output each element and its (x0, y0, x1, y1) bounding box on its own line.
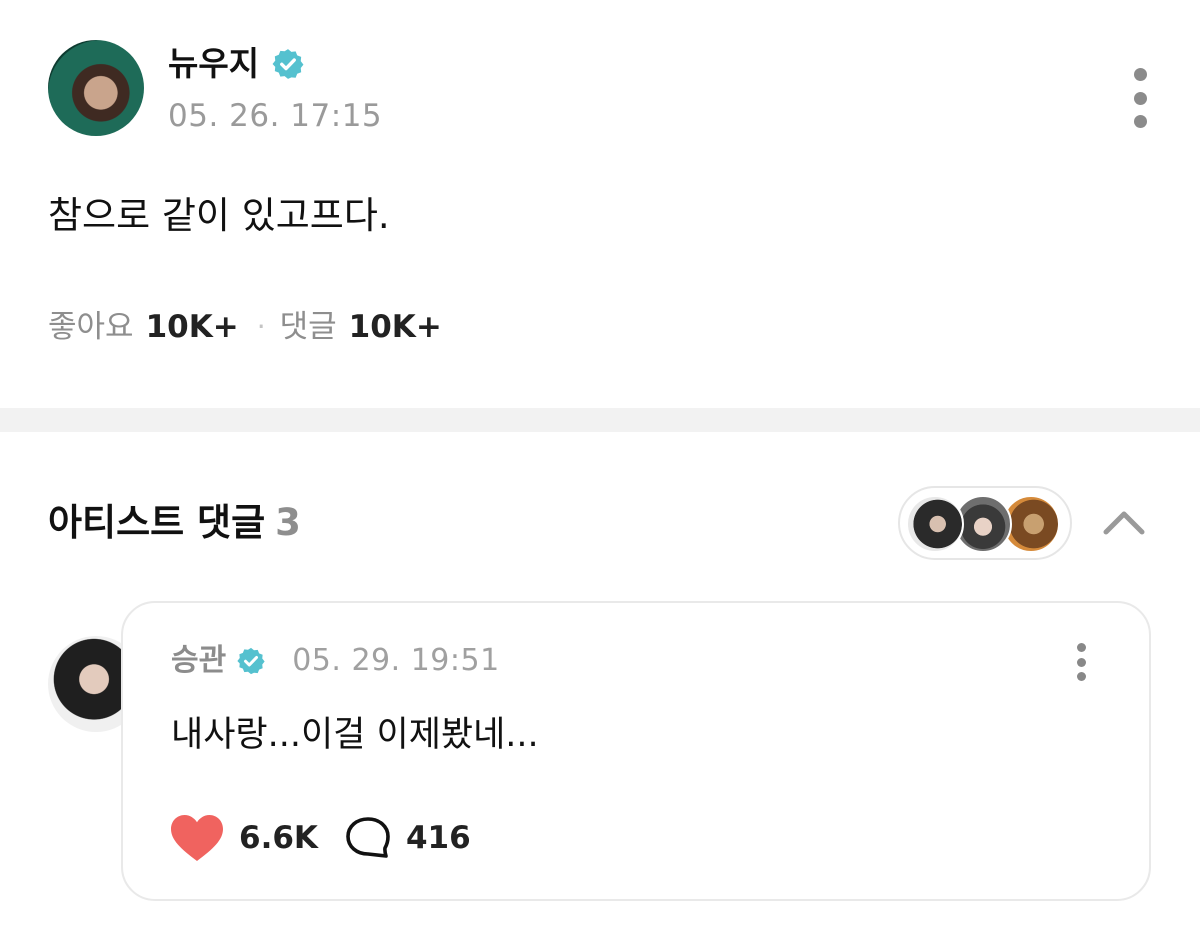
like-button[interactable]: 6.6K (169, 813, 318, 863)
likes-count[interactable]: 10K+ (146, 305, 239, 349)
verified-badge-icon (272, 49, 304, 79)
artist-avatar-1 (906, 495, 964, 553)
post-author: 뉴우지 (168, 44, 305, 84)
comment-timestamp: 05. 29. 19:51 (292, 643, 500, 678)
artist-comment-card[interactable]: 승관 05. 29. 19:51 내사랑...이걸 이제봤네... 6.6K 4… (121, 601, 1151, 901)
artist-avatar-group[interactable] (898, 486, 1072, 560)
post-author-name[interactable]: 뉴우지 (168, 44, 259, 84)
comment-more-options-icon[interactable] (1067, 643, 1095, 681)
comment-author-name[interactable]: 승관 (171, 641, 226, 681)
post-more-options-icon[interactable] (1124, 68, 1156, 128)
post-body-text: 참으로 같이 있고프다. (48, 194, 390, 237)
comment-actions: 6.6K 416 (169, 813, 471, 863)
comments-count[interactable]: 10K+ (349, 305, 442, 349)
section-divider (0, 408, 1200, 432)
comment-header: 승관 05. 29. 19:51 (171, 641, 500, 681)
likes-label[interactable]: 좋아요 (48, 305, 134, 349)
post-author-avatar[interactable] (48, 40, 144, 136)
verified-badge-icon (237, 647, 265, 675)
post-timestamp: 05. 26. 17:15 (168, 98, 383, 134)
stats-separator: · (256, 310, 266, 343)
artist-comments-title: 아티스트 댓글 3 (48, 498, 301, 548)
like-count: 6.6K (239, 820, 318, 856)
comment-text: 내사랑...이걸 이제봤네... (171, 715, 539, 755)
heart-icon (171, 815, 223, 861)
artist-comments-label: 아티스트 댓글 (48, 501, 266, 544)
post-detail-screen: 뉴우지 05. 26. 17:15 참으로 같이 있고프다. 좋아요 10K+ … (0, 0, 1200, 950)
post-stats: 좋아요 10K+ · 댓글 10K+ (48, 305, 442, 349)
comments-label[interactable]: 댓글 (280, 305, 337, 349)
speech-bubble-icon (346, 817, 390, 858)
artist-comments-count: 3 (275, 501, 301, 544)
reply-button[interactable]: 416 (344, 815, 471, 861)
reply-count: 416 (405, 820, 471, 856)
chevron-up-icon[interactable] (1100, 504, 1148, 540)
